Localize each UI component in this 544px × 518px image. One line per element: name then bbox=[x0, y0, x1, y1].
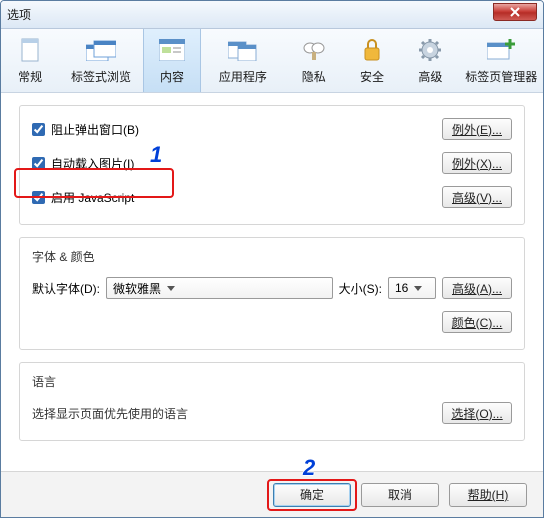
titlebar: 选项 bbox=[1, 1, 543, 29]
advanced-v-button[interactable]: 高级(V)... bbox=[442, 186, 512, 208]
exceptions-x-button[interactable]: 例外(X)... bbox=[442, 152, 512, 174]
size-select[interactable]: 16 bbox=[388, 277, 436, 299]
block-popups-checkbox[interactable]: 阻止弹出窗口(B) bbox=[32, 121, 139, 138]
close-button[interactable] bbox=[493, 3, 537, 21]
help-button[interactable]: 帮助(H) bbox=[449, 483, 527, 507]
tab-content[interactable]: 内容 bbox=[143, 29, 201, 92]
window-title: 选项 bbox=[7, 6, 31, 23]
chevron-down-icon bbox=[167, 286, 175, 291]
tab-tabs[interactable]: 标签式浏览 bbox=[59, 29, 143, 92]
general-icon bbox=[14, 36, 46, 64]
cancel-button[interactable]: 取消 bbox=[361, 483, 439, 507]
block-popups-input[interactable] bbox=[32, 123, 45, 136]
fonts-legend: 字体 & 颜色 bbox=[32, 248, 512, 265]
applications-icon bbox=[227, 36, 259, 64]
footer: 2 确定 取消 帮助(H) bbox=[1, 471, 543, 517]
default-font-label: 默认字体(D): bbox=[32, 280, 100, 297]
language-desc: 选择显示页面优先使用的语言 bbox=[32, 405, 188, 422]
autoload-images-input[interactable] bbox=[32, 157, 45, 170]
gear-icon bbox=[414, 36, 446, 64]
toolbar: 常规 标签式浏览 内容 应用程序 隐私 安全 高级 标签页管理器 bbox=[1, 29, 543, 93]
colors-c-button[interactable]: 颜色(C)... bbox=[442, 311, 512, 333]
tab-privacy[interactable]: 隐私 bbox=[285, 29, 343, 92]
choose-o-button[interactable]: 选择(O)... bbox=[442, 402, 512, 424]
tabs-icon bbox=[85, 36, 117, 64]
default-font-select[interactable]: 微软雅黑 bbox=[106, 277, 333, 299]
fonts-group: 字体 & 颜色 默认字体(D): 微软雅黑 大小(S): 16 高级(A)...… bbox=[19, 237, 525, 350]
privacy-icon bbox=[298, 36, 330, 64]
dialog-window: 选项 常规 标签式浏览 内容 应用程序 隐私 安全 bbox=[0, 0, 544, 518]
language-legend: 语言 bbox=[32, 373, 512, 390]
tab-general[interactable]: 常规 bbox=[1, 29, 59, 92]
content-pane: 阻止弹出窗口(B) 例外(E)... 自动载入图片(I) 例外(X)... 启用… bbox=[1, 93, 543, 471]
lock-icon bbox=[356, 36, 388, 64]
enable-js-input[interactable] bbox=[32, 191, 45, 204]
popup-group: 阻止弹出窗口(B) 例外(E)... 自动载入图片(I) 例外(X)... 启用… bbox=[19, 105, 525, 225]
tab-security[interactable]: 安全 bbox=[343, 29, 401, 92]
advanced-a-button[interactable]: 高级(A)... bbox=[442, 277, 512, 299]
tab-tabmanager[interactable]: 标签页管理器 bbox=[459, 29, 543, 92]
autoload-images-checkbox[interactable]: 自动载入图片(I) bbox=[32, 155, 134, 172]
tab-advanced[interactable]: 高级 bbox=[401, 29, 459, 92]
content-icon bbox=[156, 36, 188, 64]
chevron-down-icon bbox=[414, 286, 422, 291]
exceptions-e-button[interactable]: 例外(E)... bbox=[442, 118, 512, 140]
add-tab-icon bbox=[485, 36, 517, 64]
ok-button[interactable]: 确定 bbox=[273, 483, 351, 507]
close-icon bbox=[510, 7, 520, 17]
size-label: 大小(S): bbox=[339, 280, 382, 297]
enable-js-checkbox[interactable]: 启用 JavaScript bbox=[32, 189, 134, 206]
language-group: 语言 选择显示页面优先使用的语言 选择(O)... bbox=[19, 362, 525, 441]
tab-applications[interactable]: 应用程序 bbox=[201, 29, 285, 92]
